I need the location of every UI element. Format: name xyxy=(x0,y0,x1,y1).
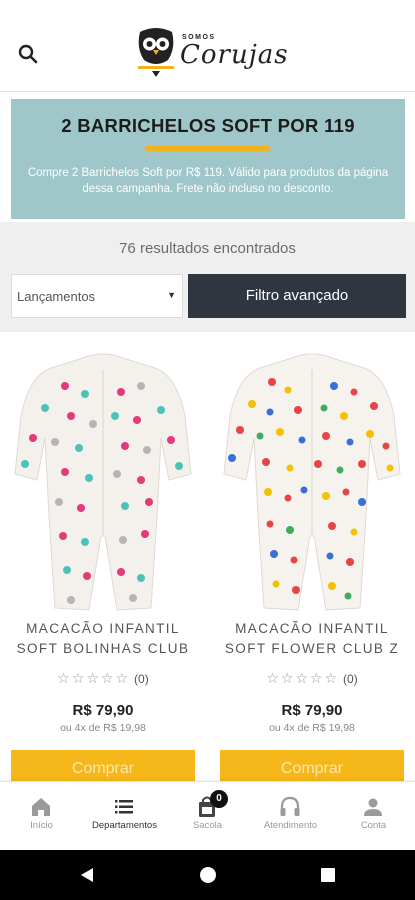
product-name-line: SOFT BOLINHAS CLUB xyxy=(16,641,190,656)
brand-logo[interactable]: SOMOS Corujas xyxy=(136,26,289,82)
system-navigation-bar xyxy=(0,850,415,900)
nav-item-inicio[interactable]: Início xyxy=(0,782,83,850)
user-icon xyxy=(364,798,382,816)
nav-item-conta[interactable]: Conta xyxy=(332,782,415,850)
product-name-line: MACACÃO INFANTIL xyxy=(235,621,389,636)
campaign-banner: 2 BARRICHELOS SOFT POR 119 Compre 2 Barr… xyxy=(11,99,405,219)
bottom-navigation: Início Departamentos 0 Sacola Atendiment… xyxy=(0,781,415,849)
home-icon xyxy=(32,798,50,816)
results-count: 76 resultados encontrados xyxy=(119,240,296,257)
back-icon[interactable] xyxy=(78,866,96,884)
product-price: R$ 79,90 xyxy=(72,702,134,719)
banner-title: 2 BARRICHELOS SOFT POR 119 xyxy=(61,115,355,136)
product-name-line: MACACÃO INFANTIL xyxy=(26,621,180,636)
product-image[interactable] xyxy=(5,346,201,616)
nav-item-sacola[interactable]: 0 Sacola xyxy=(166,782,249,850)
product-installments: ou 4x de R$ 19,98 xyxy=(269,722,355,734)
search-button[interactable] xyxy=(16,42,42,68)
product-card[interactable]: MACACÃO INFANTIL SOFT BOLINHAS CLUB ☆☆☆☆… xyxy=(5,340,205,790)
rating-count: (0) xyxy=(343,672,358,686)
product-rating: ☆☆☆☆☆ (0) xyxy=(5,670,201,687)
advanced-filter-button[interactable]: Filtro avançado xyxy=(188,274,406,318)
star-rating-icon: ☆☆☆☆☆ xyxy=(266,670,340,686)
owl-logo-icon xyxy=(138,28,174,77)
product-price: R$ 79,90 xyxy=(281,702,343,719)
search-icon xyxy=(18,44,38,64)
cart-count-badge: 0 xyxy=(210,790,228,808)
product-card[interactable]: MACACÃO INFANTIL SOFT FLOWER CLUB Z ☆☆☆☆… xyxy=(214,340,414,790)
nav-label: Atendimento xyxy=(263,820,318,831)
recents-icon[interactable] xyxy=(319,866,337,884)
app-header: SOMOS Corujas xyxy=(0,0,415,92)
product-name[interactable]: MACACÃO INFANTIL SOFT BOLINHAS CLUB xyxy=(5,619,201,659)
sort-select[interactable]: Lançamentos ▼ xyxy=(11,274,183,318)
banner-description: Compre 2 Barrichelos Soft por R$ 119. Vá… xyxy=(27,167,389,195)
product-rating: ☆☆☆☆☆ (0) xyxy=(214,670,410,687)
headphones-icon xyxy=(280,796,300,816)
home-circle-icon[interactable] xyxy=(199,866,217,884)
banner-divider xyxy=(145,146,270,151)
product-installments: ou 4x de R$ 19,98 xyxy=(60,722,146,734)
product-name[interactable]: MACACÃO INFANTIL SOFT FLOWER CLUB Z xyxy=(214,619,410,659)
sort-selected-value: Lançamentos xyxy=(17,289,96,304)
nav-label: Departamentos xyxy=(92,820,157,831)
nav-item-atendimento[interactable]: Atendimento xyxy=(249,782,332,850)
dropdown-arrow-icon: ▼ xyxy=(167,290,176,300)
menu-icon xyxy=(115,800,133,814)
rating-count: (0) xyxy=(134,672,149,686)
star-rating-icon: ☆☆☆☆☆ xyxy=(57,670,131,686)
nav-label: Início xyxy=(30,820,53,831)
nav-item-departamentos[interactable]: Departamentos xyxy=(83,782,166,850)
logo-main-text: Corujas xyxy=(180,40,289,70)
nav-label: Conta xyxy=(360,820,387,831)
product-name-line: SOFT FLOWER CLUB Z xyxy=(224,641,400,656)
nav-label: Sacola xyxy=(192,820,223,831)
filter-area: 76 resultados encontrados Lançamentos ▼ … xyxy=(0,222,415,332)
product-image[interactable] xyxy=(214,346,410,616)
